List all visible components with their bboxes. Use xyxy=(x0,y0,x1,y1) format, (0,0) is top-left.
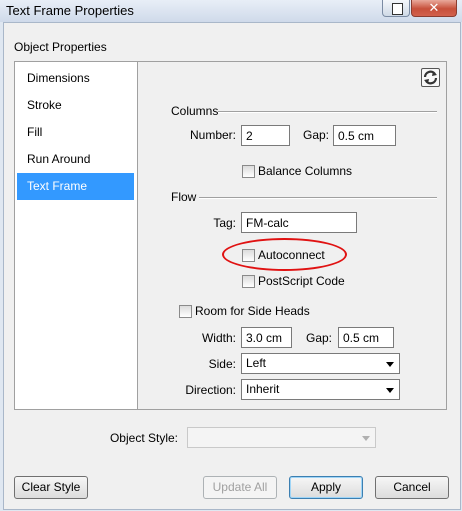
side-heads-label: Room for Side Heads xyxy=(195,304,310,318)
section-title: Object Properties xyxy=(14,40,107,54)
sidebar-item-fill[interactable]: Fill xyxy=(17,119,134,146)
side-value: Left xyxy=(246,356,267,370)
sidebar-item-stroke[interactable]: Stroke xyxy=(17,92,134,119)
autoconnect-checkbox[interactable] xyxy=(242,249,255,262)
side-label: Side: xyxy=(208,357,236,371)
close-button[interactable]: ✕ xyxy=(411,0,457,17)
number-input[interactable] xyxy=(241,125,290,146)
balance-columns-label: Balance Columns xyxy=(258,164,353,178)
tag-input[interactable] xyxy=(241,212,357,233)
direction-select[interactable]: Inherit xyxy=(241,379,400,400)
tag-label: Tag: xyxy=(213,216,236,230)
property-list: Dimensions Stroke Fill Run Around Text F… xyxy=(15,62,138,409)
columns-gap-label: Gap: xyxy=(302,128,329,142)
postscript-code-checkbox[interactable] xyxy=(242,275,255,288)
sidebar-item-run-around[interactable]: Run Around xyxy=(17,146,134,173)
columns-gap-input[interactable] xyxy=(333,125,396,146)
side-heads-gap-input[interactable] xyxy=(338,327,394,348)
width-input[interactable] xyxy=(241,327,292,348)
flow-separator xyxy=(199,197,437,199)
direction-label: Direction: xyxy=(185,383,236,397)
postscript-code-label: PostScript Code xyxy=(258,274,345,288)
chevron-down-icon xyxy=(386,362,394,367)
clear-style-button[interactable]: Clear Style xyxy=(14,476,88,499)
title-bar: Text Frame Properties ✕ xyxy=(0,0,462,22)
document-icon xyxy=(392,3,403,15)
apply-button[interactable]: Apply xyxy=(289,476,363,499)
window-title: Text Frame Properties xyxy=(6,3,134,18)
sidebar-item-dimensions[interactable]: Dimensions xyxy=(17,65,134,92)
balance-columns-checkbox[interactable] xyxy=(242,165,255,178)
close-icon: ✕ xyxy=(428,0,440,15)
columns-header: Columns xyxy=(171,104,219,118)
sidebar-item-text-frame[interactable]: Text Frame xyxy=(17,173,134,200)
side-select[interactable]: Left xyxy=(241,353,400,374)
autoconnect-label: Autoconnect xyxy=(258,248,325,262)
side-heads-gap-label: Gap: xyxy=(305,331,332,345)
width-label: Width: xyxy=(201,331,236,345)
number-label: Number: xyxy=(189,128,236,142)
update-all-button[interactable]: Update All xyxy=(203,476,277,499)
columns-separator xyxy=(218,111,437,113)
help-button[interactable] xyxy=(382,0,410,17)
cancel-button[interactable]: Cancel xyxy=(375,476,449,499)
flow-header: Flow xyxy=(171,190,197,204)
direction-value: Inherit xyxy=(246,382,280,396)
object-style-label: Object Style: xyxy=(109,431,178,445)
chevron-down-icon xyxy=(386,388,394,393)
refresh-icon[interactable] xyxy=(421,68,440,87)
side-heads-checkbox[interactable] xyxy=(179,305,192,318)
object-style-select[interactable] xyxy=(187,427,376,448)
chevron-down-icon xyxy=(362,436,370,441)
